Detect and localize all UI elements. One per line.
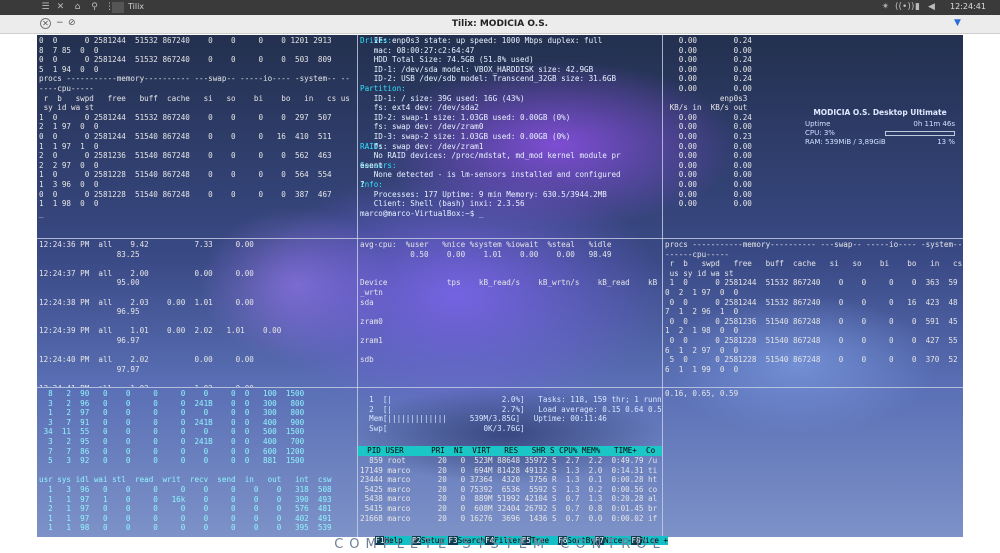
- network-icon[interactable]: ✴: [880, 2, 891, 13]
- htop-meters[interactable]: 1 [| 2.0%] Tasks: 118, 159 thr; 1 runnin…: [360, 395, 662, 439]
- dstat-pane[interactable]: 8 2 90 0 0 0 0 0 0 0 100 1500 3 2 96 0 0…: [39, 389, 357, 537]
- uptime-label: Uptime: [805, 120, 831, 128]
- caption: COMPLETE SYSTEM CONTROL: [334, 537, 666, 552]
- taskbar-app-label[interactable]: Tilix: [128, 2, 144, 11]
- cpu-bar: [885, 131, 955, 136]
- pane-divider[interactable]: [37, 387, 963, 388]
- system-monitor-widget: MODICIA O.S. Desktop Ultimate Uptime 0h …: [805, 108, 955, 147]
- clock[interactable]: 12:24:41: [950, 2, 986, 11]
- uptime-value: 0h 11m 46s: [913, 120, 955, 128]
- pane-divider[interactable]: [37, 238, 963, 239]
- search-icon[interactable]: ⚲: [89, 2, 100, 13]
- home-icon[interactable]: ⌂: [72, 2, 83, 13]
- htop-process-list[interactable]: 859 root 20 0 523M 88648 35972 S 2.7 2.2…: [360, 456, 662, 526]
- ram-label: RAM: 539MiB / 3,89GiB: [805, 138, 886, 146]
- htop-function-keys: F1Help F2Setup F3SearchF4FilterF5Tree F6…: [357, 526, 669, 545]
- terminal-app-icon[interactable]: [112, 2, 124, 13]
- pane-divider[interactable]: [662, 35, 663, 537]
- iostat-pane[interactable]: avg-cpu: %user %nice %system %iowait %st…: [360, 240, 662, 387]
- vmstat2-pane[interactable]: procs -----------memory---------- ---swa…: [665, 240, 963, 387]
- mpstat-pane[interactable]: 12:24:36 PM all 9.42 7.33 0.00 83.25 12:…: [39, 240, 357, 387]
- tools-icon[interactable]: ✕: [55, 2, 66, 13]
- top-panel: ☰ ✕ ⌂ ⚲ ⋮ Tilix ✴ ((•)) ▮ ◀ 12:24:41: [0, 0, 1000, 15]
- pane-divider[interactable]: [357, 35, 358, 537]
- window-title: Tilix: MODICIA O.S.: [451, 19, 549, 29]
- inxi-pane[interactable]: IF: enp0s3 state: up speed: 1000 Mbps du…: [360, 36, 662, 238]
- battery-icon[interactable]: ▮: [912, 2, 923, 13]
- loadavg-pane[interactable]: 0.16, 0.65, 0.59 * ***** * ************ …: [665, 389, 963, 537]
- vmstat-pane[interactable]: 0 0 0 2581244 51532 867240 0 0 0 0 1201 …: [39, 36, 357, 238]
- ifstat-pane[interactable]: 0.00 0.24 0.00 0.00 0.00 0.24 0.00 0.00 …: [665, 36, 825, 238]
- desktop: ☰ ✕ ⌂ ⚲ ⋮ Tilix ✴ ((•)) ▮ ◀ 12:24:41 ✕ −…: [0, 0, 1000, 553]
- volume-icon[interactable]: ◀: [926, 2, 937, 13]
- ram-percent: 13 %: [937, 138, 955, 146]
- cpu-label: CPU: 3%: [805, 129, 835, 137]
- widget-title: MODICIA O.S. Desktop Ultimate: [813, 108, 947, 117]
- wifi-icon[interactable]: ((•)): [895, 2, 914, 13]
- htop-header[interactable]: PID USER PRI NI VIRT RES SHR S CPU% MEM%…: [358, 446, 662, 456]
- menu-icon[interactable]: ☰: [40, 2, 51, 13]
